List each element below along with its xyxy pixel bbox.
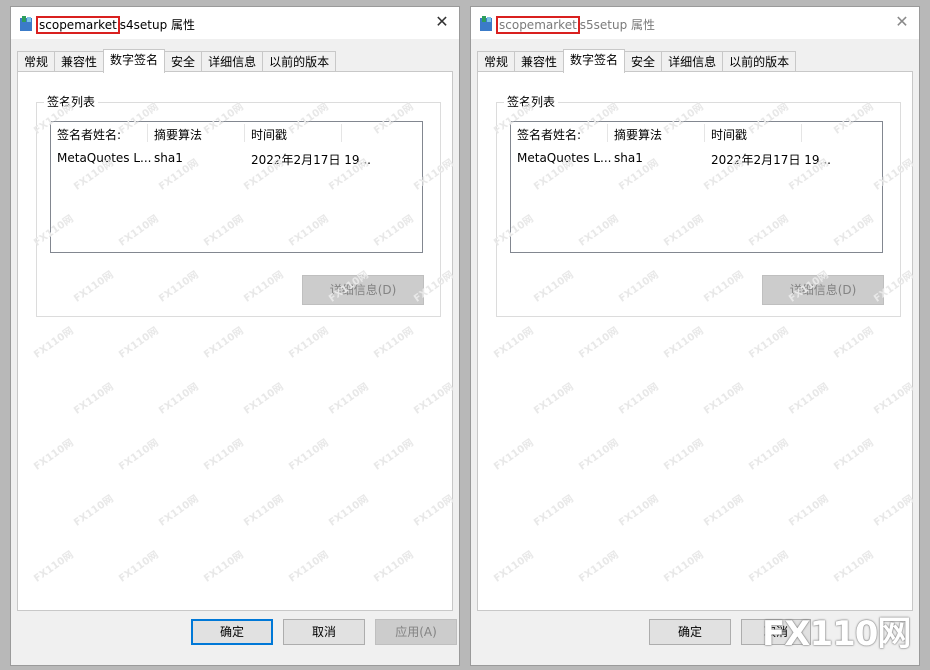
title-bar: scopemarket s5setup 属性 ✕ xyxy=(471,7,919,39)
cancel-button[interactable]: 取消 xyxy=(283,619,365,645)
column-separator[interactable] xyxy=(244,124,245,142)
brand-watermark: FX110网 xyxy=(762,614,911,654)
signature-group: 签名者姓名: 摘要算法 时间戳 MetaQuotes L... sha1 202… xyxy=(496,102,901,317)
row-digest-algorithm[interactable]: sha1 xyxy=(614,151,643,165)
tab-previous-versions[interactable]: 以前的版本 xyxy=(262,51,337,72)
column-digest-algorithm[interactable]: 摘要算法 xyxy=(154,126,202,143)
installer-icon xyxy=(20,16,32,31)
tab-compatibility[interactable]: 兼容性 xyxy=(514,51,565,72)
column-separator[interactable] xyxy=(341,124,342,142)
row-signer-name[interactable]: MetaQuotes L... xyxy=(517,151,611,165)
row-timestamp[interactable]: 2022年2月17日 19... xyxy=(251,151,371,168)
tab-panel: 签名者姓名: 摘要算法 时间戳 MetaQuotes L... sha1 202… xyxy=(17,71,453,611)
tab-general[interactable]: 常规 xyxy=(17,51,56,72)
signature-list[interactable]: 签名者姓名: 摘要算法 时间戳 MetaQuotes L... sha1 202… xyxy=(510,121,883,253)
window-title: scopemarket s5setup 属性 xyxy=(496,16,656,34)
close-icon[interactable]: ✕ xyxy=(433,13,451,31)
ok-button[interactable]: 确定 xyxy=(649,619,731,645)
title-rest: s5setup 属性 xyxy=(579,18,656,32)
tab-digital-signatures[interactable]: 数字签名 xyxy=(563,49,626,73)
properties-dialog-left: scopemarket s4setup 属性 ✕ 常规 兼容性 数字签名 安全 详… xyxy=(10,6,460,666)
row-digest-algorithm[interactable]: sha1 xyxy=(154,151,183,165)
group-label: 签名列表 xyxy=(504,93,559,110)
column-digest-algorithm[interactable]: 摘要算法 xyxy=(614,126,662,143)
details-button[interactable]: 详细信息(D) xyxy=(302,275,424,305)
properties-dialog-right: scopemarket s5setup 属性 ✕ 常规 兼容性 数字签名 安全 详… xyxy=(470,6,920,666)
column-timestamp[interactable]: 时间戳 xyxy=(251,126,287,143)
tab-details[interactable]: 详细信息 xyxy=(661,51,724,72)
list-header: 签名者姓名: 摘要算法 时间戳 xyxy=(511,122,882,144)
title-highlight: scopemarket xyxy=(36,16,120,34)
tab-details[interactable]: 详细信息 xyxy=(201,51,264,72)
details-button[interactable]: 详细信息(D) xyxy=(762,275,884,305)
signature-group: 签名者姓名: 摘要算法 时间戳 MetaQuotes L... sha1 202… xyxy=(36,102,441,317)
column-separator[interactable] xyxy=(704,124,705,142)
title-highlight: scopemarket xyxy=(496,16,580,34)
column-signer-name[interactable]: 签名者姓名: xyxy=(517,126,581,143)
tab-general[interactable]: 常规 xyxy=(477,51,516,72)
close-icon[interactable]: ✕ xyxy=(893,13,911,31)
column-signer-name[interactable]: 签名者姓名: xyxy=(57,126,121,143)
title-bar: scopemarket s4setup 属性 ✕ xyxy=(11,7,459,39)
list-header: 签名者姓名: 摘要算法 时间戳 xyxy=(51,122,422,144)
column-separator[interactable] xyxy=(801,124,802,142)
title-rest: s4setup 属性 xyxy=(119,18,196,32)
column-separator[interactable] xyxy=(147,124,148,142)
group-label: 签名列表 xyxy=(44,93,99,110)
tab-previous-versions[interactable]: 以前的版本 xyxy=(722,51,797,72)
tab-security[interactable]: 安全 xyxy=(624,51,663,72)
tab-security[interactable]: 安全 xyxy=(164,51,203,72)
signature-list[interactable]: 签名者姓名: 摘要算法 时间戳 MetaQuotes L... sha1 202… xyxy=(50,121,423,253)
row-signer-name[interactable]: MetaQuotes L... xyxy=(57,151,151,165)
tab-panel: 签名者姓名: 摘要算法 时间戳 MetaQuotes L... sha1 202… xyxy=(477,71,913,611)
tab-strip: 常规 兼容性 数字签名 安全 详细信息 以前的版本 xyxy=(17,49,337,73)
column-timestamp[interactable]: 时间戳 xyxy=(711,126,747,143)
column-separator[interactable] xyxy=(607,124,608,142)
apply-button[interactable]: 应用(A) xyxy=(375,619,457,645)
row-timestamp[interactable]: 2022年2月17日 19... xyxy=(711,151,831,168)
installer-icon xyxy=(480,16,492,31)
tab-compatibility[interactable]: 兼容性 xyxy=(54,51,105,72)
tab-strip: 常规 兼容性 数字签名 安全 详细信息 以前的版本 xyxy=(477,49,797,73)
window-title: scopemarket s4setup 属性 xyxy=(36,16,196,34)
tab-digital-signatures[interactable]: 数字签名 xyxy=(103,49,166,73)
ok-button[interactable]: 确定 xyxy=(191,619,273,645)
